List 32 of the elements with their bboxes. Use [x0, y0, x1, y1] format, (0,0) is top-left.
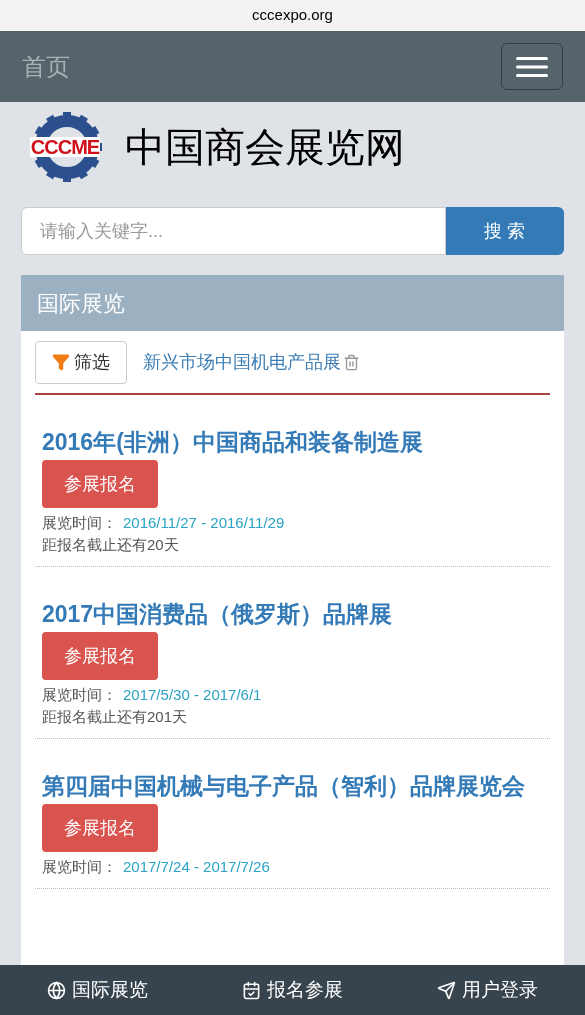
home-link[interactable]: 首页: [22, 48, 70, 85]
calendar-icon: [242, 980, 261, 1000]
filter-button[interactable]: 筛选: [35, 340, 127, 384]
deadline-text: 距报名截止还有201天: [42, 707, 189, 727]
globe-icon: [47, 980, 66, 1000]
url-text: cccexpo.org: [252, 5, 333, 26]
exhibition-title[interactable]: 2017中国消费品（俄罗斯）品牌展: [42, 597, 543, 631]
deadline-text: 距报名截止还有20天: [42, 535, 180, 555]
time-label: 展览时间：: [42, 685, 117, 705]
exhibition-dates: 2017/7/24 - 2017/7/26: [123, 857, 270, 877]
exhibition-dates: 2016/11/27 - 2016/11/29: [123, 513, 285, 533]
register-button[interactable]: 参展报名: [42, 460, 158, 508]
search-field[interactable]: 请输入关键字...: [21, 207, 446, 255]
paper-plane-icon: [437, 980, 456, 1000]
bottom-nav-item[interactable]: 报名参展: [242, 975, 343, 1005]
site-title: 中国商会展览网: [125, 127, 405, 167]
menu-button[interactable]: [501, 43, 563, 90]
register-button[interactable]: 参展报名: [42, 804, 158, 852]
trash-icon[interactable]: [343, 353, 360, 371]
register-button[interactable]: 参展报名: [42, 632, 158, 680]
bottom-nav-item[interactable]: 用户登录: [437, 975, 538, 1005]
exhibition-dates: 2017/5/30 - 2017/6/1: [123, 685, 262, 705]
panel-title: 国际展览: [37, 289, 125, 318]
time-label: 展览时间：: [42, 857, 117, 877]
exhibition-title[interactable]: 第四届中国机械与电子产品（智利）品牌展览会: [42, 769, 543, 803]
time-label: 展览时间：: [42, 513, 117, 533]
filter-icon: [52, 353, 70, 371]
search-button[interactable]: 搜 索: [446, 207, 564, 255]
bottom-nav-item[interactable]: 国际展览: [47, 975, 148, 1005]
filter-tag[interactable]: 新兴市场中国机电产品展: [143, 348, 341, 376]
menu-icon: [516, 55, 548, 78]
exhibition-title[interactable]: 2016年(非洲）中国商品和装备制造展: [42, 425, 543, 459]
